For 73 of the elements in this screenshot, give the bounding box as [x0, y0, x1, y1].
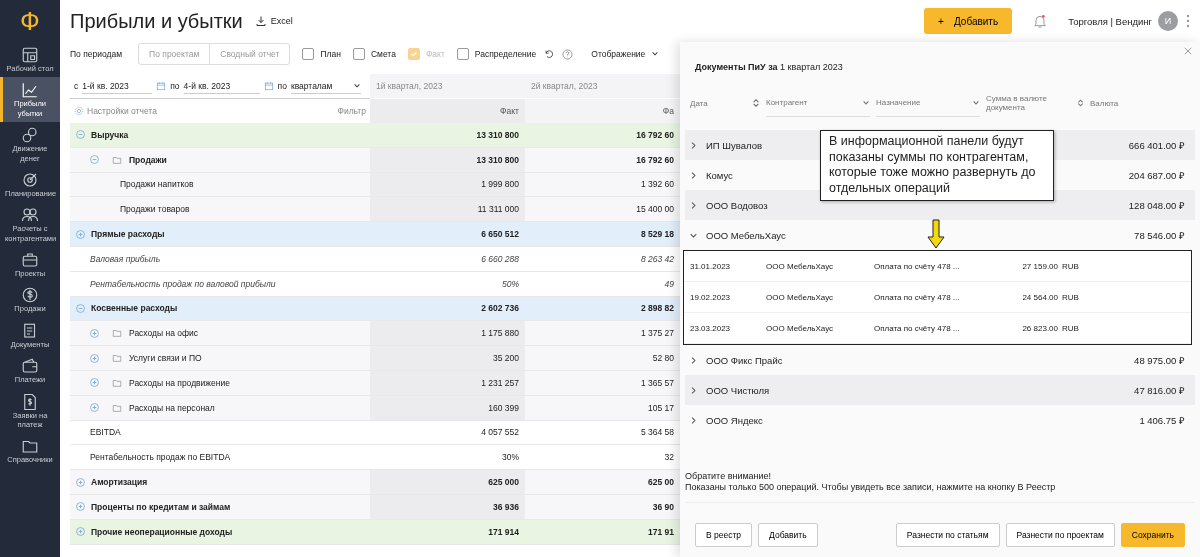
amount: 666 401.00 ₽ [1128, 138, 1185, 152]
counterparty-name: ООО Яндекс [706, 414, 763, 426]
table-cell: 36 90 [525, 494, 680, 520]
notice-text: Обратите внимание! Показаны только 500 операций. Чтобы увидеть все записи, нажмите на кнопку В Реестр [685, 470, 1057, 494]
table-cell: 13 310 800 [370, 123, 525, 148]
amount: 47 816.00 ₽ [1134, 383, 1185, 397]
counterparty-name: ООО Фикс Прайс [706, 354, 783, 366]
amount: 1 406.75 ₽ [1139, 413, 1185, 427]
column-header: Фа [525, 99, 680, 123]
counterparty-name: ООО Водовоз [706, 199, 768, 211]
counterparty-name: ИП Шувалов [706, 139, 762, 151]
table-cell: 2 602 736 [370, 296, 525, 322]
row-label: Рентабельность продаж по валовой прибыли [90, 278, 276, 289]
table-cell: 2 898 82 [525, 296, 680, 322]
table-cell: 1 375 27 [525, 321, 680, 347]
table-cell: 35 200 [370, 346, 525, 371]
from-label: с [74, 81, 79, 91]
row-label: Рентабельность продаж по EBITDA [90, 452, 231, 463]
row-label: Косвенные расходы [91, 303, 178, 314]
row-label: Валовая прибыль [90, 253, 161, 264]
counterparty-name: ООО Чистюля [706, 384, 770, 396]
column-header: 1й квартал, 2023 [370, 74, 525, 98]
panel-title: Документы ПиУ за 1 квартал 2023 [695, 62, 843, 74]
checkbox-label: План [320, 49, 341, 59]
table-cell: 160 399 [370, 395, 525, 421]
row-label: Расходы на продвижение [129, 377, 230, 388]
to-label: по [170, 81, 180, 91]
table-cell: 16 792 60 [525, 147, 680, 173]
row-label: Продажи напитков [120, 179, 194, 190]
table-cell: 6 650 512 [370, 222, 525, 247]
row-label: EBITDA [90, 427, 121, 438]
counterparty-name: Комус [706, 169, 733, 181]
counterparty-name: ООО МебельХаус [706, 229, 786, 241]
table-cell: 1 999 800 [370, 172, 525, 198]
checkbox-label: Факт [425, 49, 445, 59]
page-title: Прибыли и убытки [70, 9, 243, 33]
row-label: Прочие неоперационные доходы [91, 526, 233, 537]
table-cell: 36 936 [370, 494, 525, 520]
row-label: Продажи [129, 154, 167, 165]
column-header: 2й квартал, 2023 [525, 74, 680, 98]
table-cell: 625 00 [525, 470, 680, 495]
table-cell: 171 91 [525, 519, 680, 545]
table-cell: 11 311 000 [370, 197, 525, 223]
column-header: Факт [370, 99, 525, 123]
table-cell: 625 000 [370, 470, 525, 495]
row-label: Прямые расходы [91, 229, 165, 240]
table-cell: 15 400 00 [525, 197, 680, 223]
row-label: Услуги связи и ПО [129, 353, 202, 364]
table-cell: 52 80 [525, 346, 680, 371]
row-label: Проценты по кредитам и займам [91, 501, 231, 512]
table-cell: 105 17 [525, 395, 680, 421]
amount: 128 048.00 ₽ [1128, 198, 1185, 212]
table-cell: 1 392 60 [525, 172, 680, 198]
amount: 204 687.00 ₽ [1128, 168, 1185, 182]
checkbox-label: Распределение [474, 49, 537, 59]
table-cell: 1 175 880 [370, 321, 525, 347]
row-label: Амортизация [91, 477, 148, 488]
by-label: по [277, 81, 287, 91]
table-cell: 8 529 18 [525, 222, 680, 247]
callout-tooltip: В информационной панели будут показаны суммы по контрагентам, которые тоже можно развернуть до отдельных операций [820, 130, 1054, 201]
row-label: Продажи товаров [120, 204, 190, 215]
amount: 48 975.00 ₽ [1134, 353, 1185, 367]
table-cell: 171 914 [370, 519, 525, 545]
table-cell: 1 231 257 [370, 370, 525, 396]
row-label: Выручка [91, 129, 129, 140]
row-label: Расходы на персонал [129, 402, 215, 413]
amount: 78 546.00 ₽ [1134, 228, 1185, 242]
row-label: Расходы на офис [129, 328, 198, 339]
table-cell: 13 310 800 [370, 147, 525, 173]
checkbox-label: Смета [370, 49, 396, 59]
table-cell: 1 365 57 [525, 370, 680, 396]
column-header: Валюта [1090, 97, 1120, 110]
table-cell: 16 792 60 [525, 123, 680, 148]
